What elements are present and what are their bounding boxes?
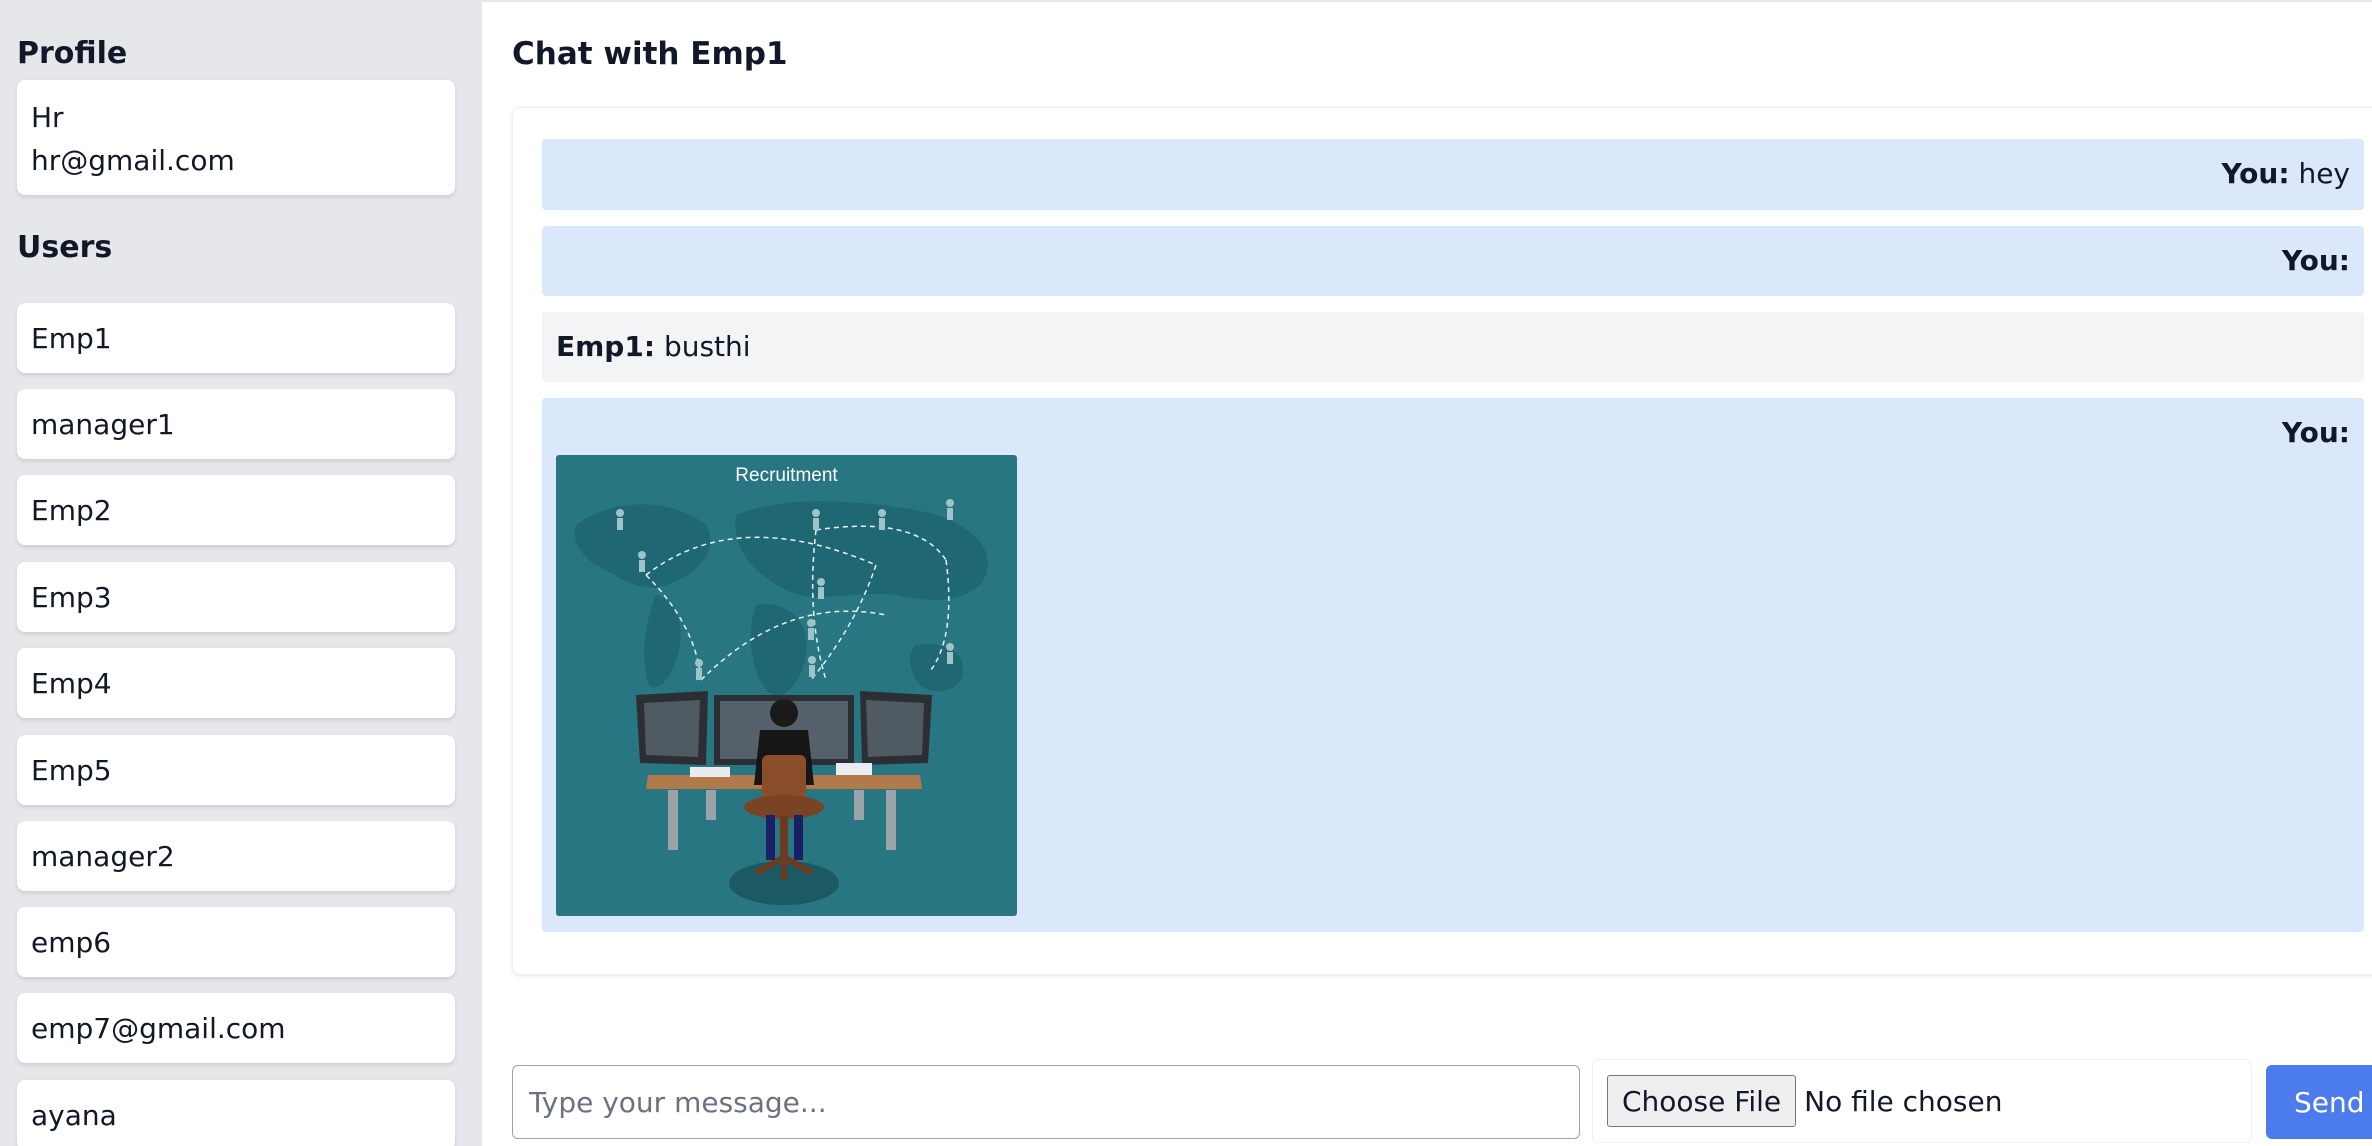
message-text: busthi: [663, 330, 751, 363]
user-item-emp3[interactable]: Emp3: [17, 562, 455, 632]
users-heading: Users: [17, 230, 113, 265]
profile-card: Hr hr@gmail.com: [17, 80, 455, 195]
user-item-emp6[interactable]: emp6: [17, 907, 455, 977]
user-item-emp7[interactable]: emp7@gmail.com: [17, 993, 455, 1063]
image-message-bubble: You: Recruitment: [542, 398, 2364, 932]
send-button[interactable]: Send: [2266, 1065, 2372, 1139]
choose-file-button[interactable]: Choose File: [1607, 1075, 1797, 1127]
sidebar: Profile Hr hr@gmail.com Users Emp1 manag…: [0, 2, 482, 1146]
file-input[interactable]: Choose File No file chosen: [1592, 1059, 2252, 1143]
message-sender: You:: [2281, 244, 2350, 277]
user-item-emp2[interactable]: Emp2: [17, 475, 455, 545]
file-status: No file chosen: [1804, 1084, 2003, 1118]
message-text: hey: [2298, 157, 2350, 190]
profile-email: hr@gmail.com: [31, 144, 235, 177]
user-item-emp1[interactable]: Emp1: [17, 303, 455, 373]
user-item-manager2[interactable]: manager2: [17, 821, 455, 891]
message-bubble: Emp1: busthi: [542, 312, 2364, 382]
user-item-emp4[interactable]: Emp4: [17, 648, 455, 718]
message-input[interactable]: [512, 1065, 1580, 1139]
message-list[interactable]: You: hey You: Emp1: busthi You: Recruitm…: [512, 107, 2372, 975]
user-item-ayana[interactable]: ayana: [17, 1080, 455, 1146]
chat-title: Chat with Emp1: [512, 36, 788, 72]
chat-panel: Chat with Emp1 You: hey You: Emp1: busth…: [482, 2, 2372, 1146]
message-sender: You:: [2281, 416, 2350, 449]
profile-name: Hr: [31, 101, 64, 134]
message-sender: Emp1:: [556, 330, 656, 363]
image-caption: Recruitment: [735, 465, 838, 486]
recruitment-illustration: [574, 499, 988, 905]
recruitment-image[interactable]: Recruitment: [556, 455, 1017, 916]
message-bubble: You:: [542, 226, 2364, 296]
user-item-manager1[interactable]: manager1: [17, 389, 455, 459]
message-sender: You:: [2221, 157, 2290, 190]
profile-heading: Profile: [17, 36, 128, 71]
message-bubble: You: hey: [542, 139, 2364, 210]
user-item-emp5[interactable]: Emp5: [17, 735, 455, 805]
